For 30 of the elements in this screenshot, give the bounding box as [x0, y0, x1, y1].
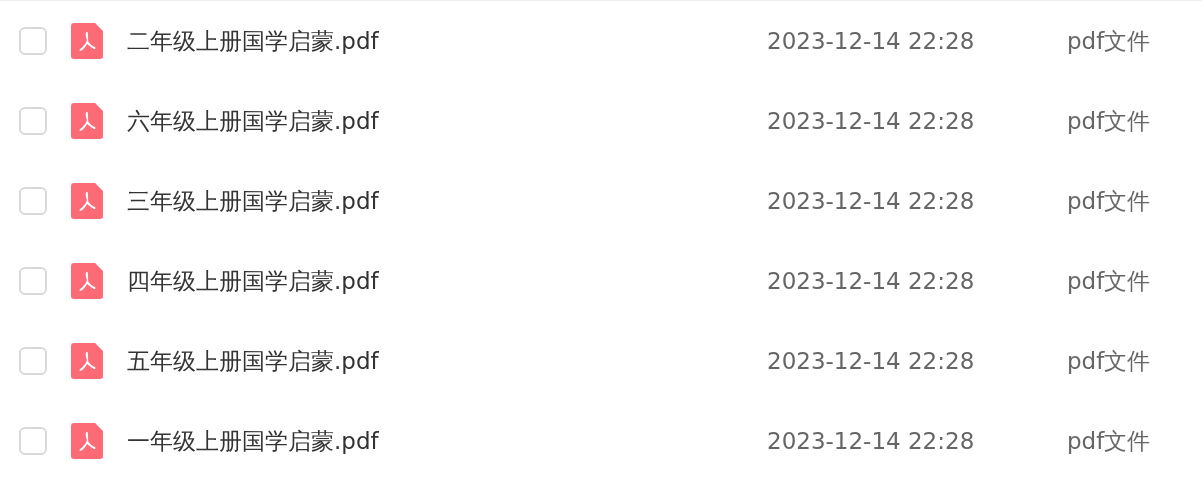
- file-name[interactable]: 三年级上册国学启蒙.pdf: [127, 185, 767, 217]
- checkbox[interactable]: [19, 107, 47, 135]
- file-name[interactable]: 五年级上册国学启蒙.pdf: [127, 345, 767, 377]
- file-type: pdf文件: [1067, 426, 1151, 456]
- pdf-file-icon: [71, 423, 103, 459]
- checkbox[interactable]: [19, 427, 47, 455]
- file-type: pdf文件: [1067, 186, 1151, 216]
- file-type: pdf文件: [1067, 26, 1151, 56]
- checkbox[interactable]: [19, 347, 47, 375]
- file-type: pdf文件: [1067, 106, 1151, 136]
- modified-date: 2023-12-14 22:28: [767, 28, 976, 54]
- file-name[interactable]: 六年级上册国学启蒙.pdf: [127, 105, 767, 137]
- modified-date: 2023-12-14 22:28: [767, 348, 976, 374]
- pdf-file-icon: [71, 183, 103, 219]
- pdf-file-icon: [71, 23, 103, 59]
- file-name[interactable]: 四年级上册国学启蒙.pdf: [127, 265, 767, 297]
- checkbox[interactable]: [19, 267, 47, 295]
- file-type: pdf文件: [1067, 346, 1151, 376]
- modified-date: 2023-12-14 22:28: [767, 428, 976, 454]
- file-name[interactable]: 一年级上册国学启蒙.pdf: [127, 425, 767, 457]
- modified-date: 2023-12-14 22:28: [767, 188, 976, 214]
- pdf-file-icon: [71, 103, 103, 139]
- checkbox[interactable]: [19, 187, 47, 215]
- file-name[interactable]: 二年级上册国学启蒙.pdf: [127, 25, 767, 57]
- modified-date: 2023-12-14 22:28: [767, 268, 976, 294]
- pdf-file-icon: [71, 343, 103, 379]
- file-type: pdf文件: [1067, 266, 1151, 296]
- pdf-file-icon: [71, 263, 103, 299]
- checkbox[interactable]: [19, 27, 47, 55]
- modified-date: 2023-12-14 22:28: [767, 108, 976, 134]
